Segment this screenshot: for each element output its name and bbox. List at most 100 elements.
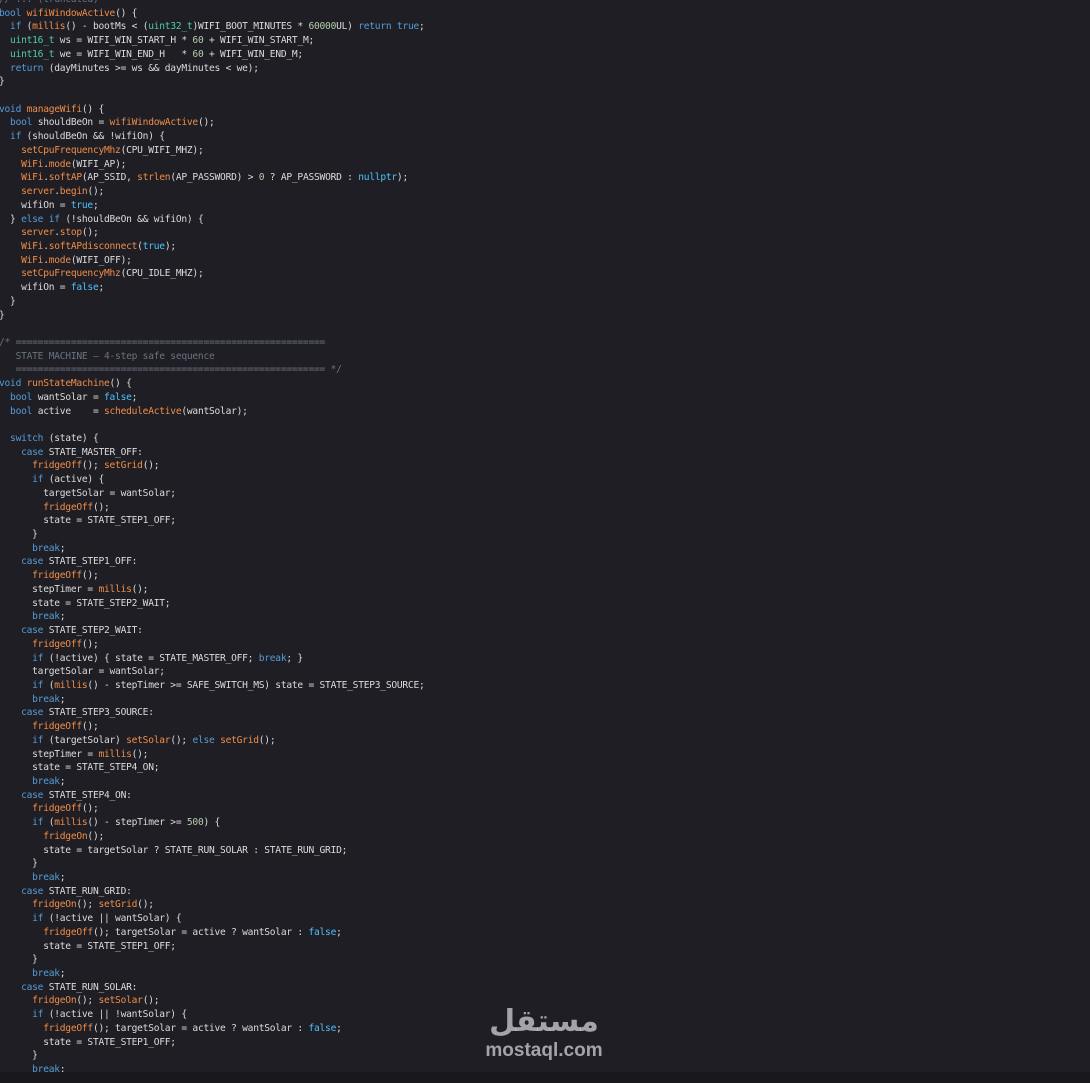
- code-token: ();: [170, 734, 193, 746]
- code-line: } else if (!shouldBeOn && wifiOn) {: [0, 213, 425, 227]
- code-token: runStateMachine: [26, 378, 110, 390]
- code-token: fridgeOff: [0, 926, 93, 938]
- code-line: case STATE_RUN_SOLAR:: [0, 981, 425, 995]
- code-token: millis: [98, 583, 132, 595]
- code-token: (!active || wantSolar) {: [48, 913, 182, 925]
- code-line: state = STATE_STEP1_OFF;: [0, 1036, 425, 1050]
- code-line: fridgeOff();: [0, 638, 425, 652]
- code-editor[interactable]: // ... (truncated)bool wifiWindowActive(…: [0, 0, 1090, 1072]
- code-token: break: [0, 1064, 60, 1072]
- code-token: ();: [87, 830, 104, 842]
- code-token: state = STATE_STEP2_WAIT;: [0, 597, 171, 609]
- code-token: else: [192, 734, 221, 746]
- code-token: wifiWindowActive: [26, 7, 116, 19]
- code-token: (WIFI_AP);: [70, 158, 127, 170]
- code-token: ;: [336, 1022, 342, 1034]
- code-token: manageWifi: [26, 103, 83, 115]
- code-token: case: [0, 789, 49, 801]
- code-token: /* =====================================…: [0, 336, 326, 348]
- code-token: ();: [197, 117, 215, 129]
- code-token: ();: [137, 899, 154, 911]
- code-token: wantSolar =: [37, 391, 104, 403]
- code-token: () - stepTimer >= SAFE_SWITCH_MS) state …: [87, 679, 425, 691]
- code-token: () - stepTimer >=: [87, 817, 187, 829]
- code-token: state = STATE_STEP1_OFF;: [0, 515, 176, 527]
- code-token: 60: [192, 35, 204, 47]
- code-token: break: [0, 968, 60, 980]
- code-token: (AP_SSID,: [81, 172, 138, 184]
- code-token: ();: [131, 583, 149, 595]
- code-token: (!active || !wantSolar) {: [48, 1009, 187, 1021]
- code-line: break;: [0, 542, 425, 556]
- code-token: + WIFI_WIN_END_M;: [203, 48, 303, 60]
- watermark-url: mostaql.com: [485, 1040, 603, 1061]
- code-token: strlen: [137, 172, 171, 184]
- code-token: softAP: [48, 172, 82, 184]
- code-token: ;: [59, 542, 66, 554]
- bottom-edge-bar: [0, 1072, 1090, 1083]
- code-token: stepTimer =: [0, 748, 99, 760]
- code-token: STATE_MASTER_OFF:: [48, 446, 143, 458]
- code-token: (state) {: [48, 433, 99, 444]
- code-token: ();: [87, 186, 105, 198]
- code-token: 60: [192, 48, 204, 60]
- code-token: if: [0, 734, 49, 746]
- code-line: fridgeOff(); targetSolar = active ? want…: [0, 926, 425, 940]
- code-line: break;: [0, 967, 425, 981]
- code-line: WiFi.mode(WIFI_OFF);: [0, 254, 425, 268]
- code-token: uint32_t: [148, 21, 193, 33]
- code-token: ;: [59, 1064, 66, 1072]
- code-line: bool wantSolar = false;: [0, 391, 425, 405]
- code-token: void: [0, 378, 27, 390]
- code-token: fridgeOn: [0, 899, 77, 911]
- code-line: setCpuFrequencyMhz(CPU_IDLE_MHZ);: [0, 267, 425, 281]
- code-line: if (targetSolar) setSolar(); else setGri…: [0, 734, 425, 748]
- code-line: case STATE_RUN_GRID:: [0, 885, 425, 899]
- code-line: fridgeOff();: [0, 802, 425, 816]
- code-token: shouldBeOn =: [37, 117, 110, 129]
- code-token: ();: [81, 227, 99, 239]
- code-line: if (millis() - stepTimer >= SAFE_SWITCH_…: [0, 679, 425, 693]
- code-line: }: [0, 857, 425, 871]
- code-token: bool: [0, 391, 38, 403]
- code-token: ws = WIFI_WIN_START_H *: [59, 35, 193, 47]
- code-token: void: [0, 103, 27, 115]
- code-token: if: [0, 21, 27, 33]
- code-line: if (!active || !wantSolar) {: [0, 1008, 425, 1022]
- code-token: ;: [59, 968, 66, 980]
- code-token: if: [0, 652, 49, 664]
- code-line: uint16_t we = WIFI_WIN_END_H * 60 + WIFI…: [0, 48, 425, 62]
- code-line: break;: [0, 1063, 425, 1072]
- code-token: ;: [92, 199, 99, 211]
- code-token: ();: [76, 899, 99, 911]
- code-line: fridgeOn(); setGrid();: [0, 898, 425, 912]
- code-token: mode: [48, 254, 71, 266]
- code-token: 500: [186, 817, 204, 829]
- code-token: false: [104, 391, 132, 403]
- code-line: if (millis() - stepTimer >= 500) {: [0, 816, 425, 830]
- code-token: bool: [0, 7, 27, 19]
- code-token: else if: [21, 213, 66, 225]
- code-token: wifiOn =: [0, 282, 71, 294]
- code-line: case STATE_STEP2_WAIT:: [0, 624, 425, 638]
- code-token: case: [0, 625, 49, 637]
- code-token: setGrid: [220, 734, 259, 746]
- code-token: WiFi: [0, 240, 44, 252]
- code-token: case: [0, 446, 49, 458]
- code-line: }: [0, 309, 425, 323]
- code-line: bool wifiWindowActive() {: [0, 7, 425, 21]
- code-line: wifiOn = true;: [0, 199, 425, 213]
- code-line: break;: [0, 775, 425, 789]
- code-token: }: [0, 213, 22, 225]
- code-token: ();: [131, 748, 149, 760]
- code-line: }: [0, 953, 425, 967]
- code-token: )WIFI_BOOT_MINUTES *: [192, 21, 309, 33]
- code-token: () {: [81, 103, 105, 115]
- code-token: }: [0, 310, 5, 321]
- code-line: break;: [0, 871, 425, 885]
- code-token: if: [0, 474, 49, 486]
- code-token: STATE MACHINE — 4-step safe sequence: [0, 350, 215, 362]
- code-line: case STATE_STEP1_OFF:: [0, 555, 425, 569]
